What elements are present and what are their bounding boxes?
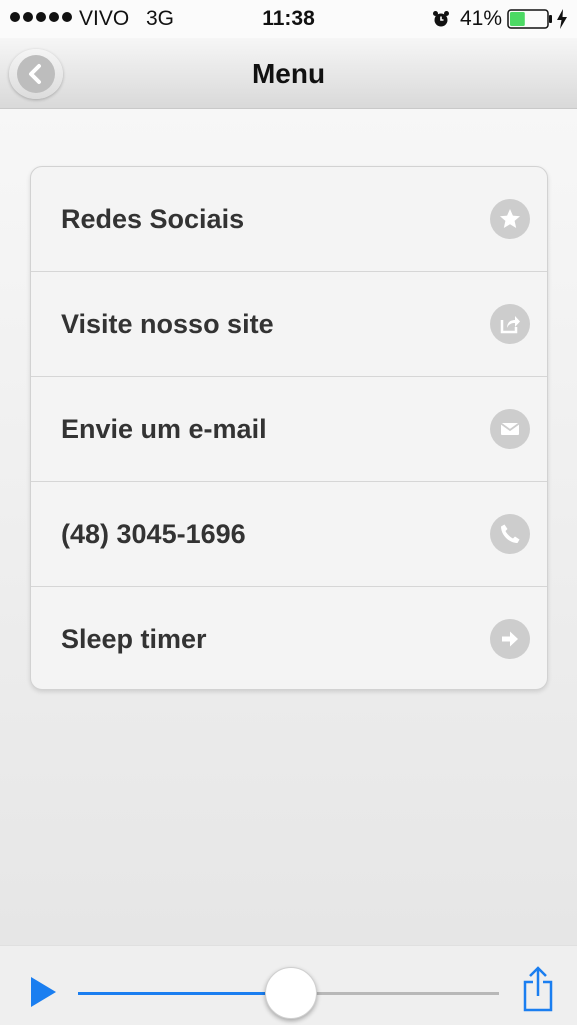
battery-icon	[507, 9, 553, 35]
menu-item-envie-email[interactable]: Envie um e-mail	[31, 377, 547, 482]
menu-item-phone[interactable]: (48) 3045-1696	[31, 482, 547, 587]
progress-thumb[interactable]	[264, 967, 317, 1019]
main-content: Redes Sociais Visite nosso site Envie um…	[0, 109, 577, 945]
menu-list: Redes Sociais Visite nosso site Envie um…	[30, 166, 548, 690]
share-button[interactable]	[522, 966, 554, 1017]
status-bar: VIVO 3G 11:38 41%	[0, 0, 577, 38]
arrow-right-icon	[490, 619, 530, 659]
navigation-bar: Menu	[0, 38, 577, 109]
battery-percentage: 41%	[460, 7, 503, 30]
alarm-clock-icon	[432, 10, 450, 34]
menu-item-label: Envie um e-mail	[61, 413, 267, 444]
player-bar	[0, 945, 577, 1025]
progress-fill	[78, 992, 290, 995]
progress-slider[interactable]	[78, 967, 499, 1019]
menu-item-label: Visite nosso site	[61, 308, 274, 339]
menu-item-label: (48) 3045-1696	[61, 518, 246, 549]
charging-bolt-icon	[556, 9, 568, 35]
phone-icon	[490, 514, 530, 554]
battery-fill	[510, 12, 525, 26]
menu-item-redes-sociais[interactable]: Redes Sociais	[31, 167, 547, 272]
menu-item-visite-site[interactable]: Visite nosso site	[31, 272, 547, 377]
play-button[interactable]	[30, 976, 58, 1013]
envelope-icon	[490, 409, 530, 449]
share-icon	[523, 966, 553, 1012]
menu-item-sleep-timer[interactable]: Sleep timer	[31, 587, 547, 689]
menu-item-label: Sleep timer	[61, 623, 207, 654]
play-icon	[31, 977, 56, 1007]
share-arrow-icon	[490, 304, 530, 344]
star-icon	[490, 199, 530, 239]
menu-item-label: Redes Sociais	[61, 203, 245, 234]
page-title: Menu	[251, 58, 326, 89]
